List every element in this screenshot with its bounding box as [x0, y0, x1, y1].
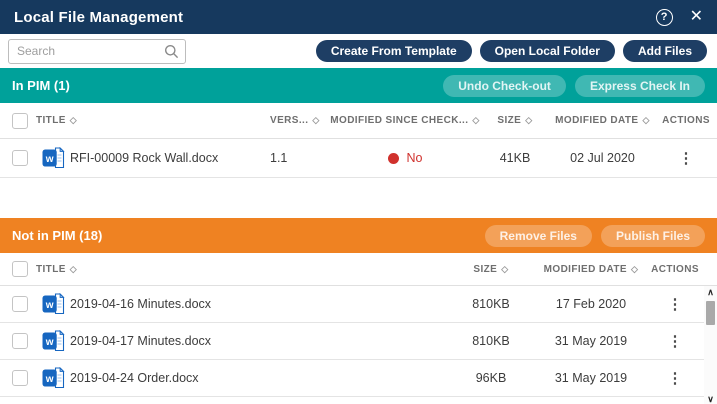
open-local-folder-button[interactable]: Open Local Folder	[480, 40, 615, 62]
column-header-title[interactable]: TITLE ◇	[36, 264, 446, 275]
column-header-actions: ACTIONS	[655, 115, 717, 126]
help-icon[interactable]: ?	[656, 9, 673, 26]
table-row[interactable]: w 2019-04-16 Minutes.docx 810KB 17 Feb 2…	[0, 286, 704, 323]
row-actions: ⋮	[646, 297, 704, 312]
file-title: RFI-00009 Rock Wall.docx	[70, 151, 270, 165]
table-row[interactable]: w 2019-04-17 Minutes.docx 810KB 31 May 2…	[0, 323, 704, 360]
not-in-pim-actions: Remove Files Publish Files	[485, 225, 705, 247]
search-input[interactable]	[8, 39, 186, 64]
file-size: 810KB	[446, 334, 536, 348]
row-actions: ⋮	[646, 371, 704, 386]
kebab-menu-icon[interactable]: ⋮	[668, 334, 683, 349]
not-in-pim-band: Not in PIM (18) Remove Files Publish Fil…	[0, 218, 717, 253]
column-header-title[interactable]: TITLE ◇	[36, 115, 270, 126]
file-size: 810KB	[446, 297, 536, 311]
svg-text:w: w	[44, 300, 53, 311]
undo-checkout-button[interactable]: Undo Check-out	[443, 75, 566, 97]
svg-text:w: w	[44, 154, 53, 165]
dialog-titlebar: Local File Management ? ✕	[0, 0, 717, 34]
column-header-version[interactable]: VERS... ◇	[270, 115, 330, 126]
toolbar: Create From Template Open Local Folder A…	[0, 34, 717, 68]
row-checkbox[interactable]	[12, 296, 28, 312]
sort-icon[interactable]: ◇	[472, 115, 479, 126]
file-version: 1.1	[270, 151, 330, 165]
column-header-modified-since[interactable]: MODIFIED SINCE CHECK... ◇	[330, 115, 480, 126]
word-file-icon: w	[36, 330, 70, 352]
toolbar-buttons: Create From Template Open Local Folder A…	[316, 40, 709, 62]
modified-since-cell: No	[330, 151, 480, 165]
express-checkin-button[interactable]: Express Check In	[575, 75, 705, 97]
titlebar-icons: ? ✕	[656, 9, 703, 26]
svg-text:w: w	[44, 337, 53, 348]
sort-icon[interactable]: ◇	[70, 115, 77, 126]
not-in-pim-section: Not in PIM (18) Remove Files Publish Fil…	[0, 218, 717, 404]
kebab-menu-icon[interactable]: ⋮	[668, 371, 683, 386]
column-header-size[interactable]: SIZE ◇	[446, 264, 536, 275]
in-pim-title: In PIM (1)	[12, 78, 70, 93]
add-files-button[interactable]: Add Files	[623, 40, 707, 62]
local-file-management-dialog: Local File Management ? ✕ Create From Te…	[0, 0, 717, 404]
file-size: 41KB	[480, 151, 550, 165]
create-from-template-button[interactable]: Create From Template	[316, 40, 472, 62]
sort-icon[interactable]: ◇	[501, 264, 508, 275]
sort-icon[interactable]: ◇	[525, 115, 532, 126]
status-dot	[388, 153, 399, 164]
not-in-pim-table-body: w 2019-04-16 Minutes.docx 810KB 17 Feb 2…	[0, 286, 717, 404]
kebab-menu-icon[interactable]: ⋮	[668, 297, 683, 312]
vertical-scrollbar[interactable]: ∧ ∨	[704, 286, 717, 404]
sort-icon[interactable]: ◇	[643, 115, 650, 126]
kebab-menu-icon[interactable]: ⋮	[679, 151, 694, 166]
table-row[interactable]: w 2019-04-24 Order.docx 96KB 31 May 2019…	[0, 360, 704, 397]
row-checkbox[interactable]	[12, 333, 28, 349]
word-file-icon: w	[36, 367, 70, 389]
sort-icon[interactable]: ◇	[631, 264, 638, 275]
file-modified-date: 02 Jul 2020	[550, 151, 655, 165]
not-in-pim-table-header: TITLE ◇ SIZE ◇ MODIFIED DATE ◇ ACTIONS	[0, 253, 717, 286]
scroll-down-icon[interactable]: ∨	[707, 393, 714, 404]
table-row[interactable]: w RFI-00009 Rock Wall.docx 1.1 No 41KB 0…	[0, 139, 717, 178]
select-all-checkbox[interactable]	[12, 113, 28, 129]
word-file-icon: w	[36, 147, 70, 169]
column-header-modified-date[interactable]: MODIFIED DATE ◇	[550, 115, 655, 126]
publish-files-button[interactable]: Publish Files	[601, 225, 705, 247]
search-icon	[164, 44, 179, 59]
sort-icon[interactable]: ◇	[70, 264, 77, 275]
file-modified-date: 17 Feb 2020	[536, 297, 646, 311]
table-row[interactable]: ⋮	[0, 397, 704, 404]
select-all-checkbox[interactable]	[12, 261, 28, 277]
in-pim-actions: Undo Check-out Express Check In	[443, 75, 705, 97]
dialog-title: Local File Management	[14, 9, 183, 26]
column-header-modified-date[interactable]: MODIFIED DATE ◇	[536, 264, 646, 275]
file-title: 2019-04-17 Minutes.docx	[70, 334, 446, 348]
close-icon[interactable]: ✕	[690, 9, 703, 25]
not-in-pim-title: Not in PIM (18)	[12, 228, 102, 243]
file-modified-date: 31 May 2019	[536, 371, 646, 385]
section-gap	[0, 178, 717, 218]
column-header-actions: ACTIONS	[646, 264, 704, 275]
file-title: 2019-04-16 Minutes.docx	[70, 297, 446, 311]
row-actions: ⋮	[646, 334, 704, 349]
scrollbar-thumb[interactable]	[706, 301, 715, 325]
in-pim-section: In PIM (1) Undo Check-out Express Check …	[0, 68, 717, 178]
file-title: 2019-04-24 Order.docx	[70, 371, 446, 385]
sort-icon[interactable]: ◇	[312, 115, 319, 126]
file-modified-date: 31 May 2019	[536, 334, 646, 348]
file-size: 96KB	[446, 371, 536, 385]
column-header-size[interactable]: SIZE ◇	[480, 115, 550, 126]
row-checkbox[interactable]	[12, 150, 28, 166]
in-pim-table-header: TITLE ◇ VERS... ◇ MODIFIED SINCE CHECK..…	[0, 103, 717, 139]
scroll-up-icon[interactable]: ∧	[707, 286, 714, 298]
search-box	[8, 39, 186, 64]
in-pim-band: In PIM (1) Undo Check-out Express Check …	[0, 68, 717, 103]
row-checkbox[interactable]	[12, 370, 28, 386]
row-actions: ⋮	[655, 151, 717, 166]
word-file-icon: w	[36, 293, 70, 315]
remove-files-button[interactable]: Remove Files	[485, 225, 592, 247]
svg-text:w: w	[44, 374, 53, 385]
modified-since-value: No	[407, 151, 423, 165]
